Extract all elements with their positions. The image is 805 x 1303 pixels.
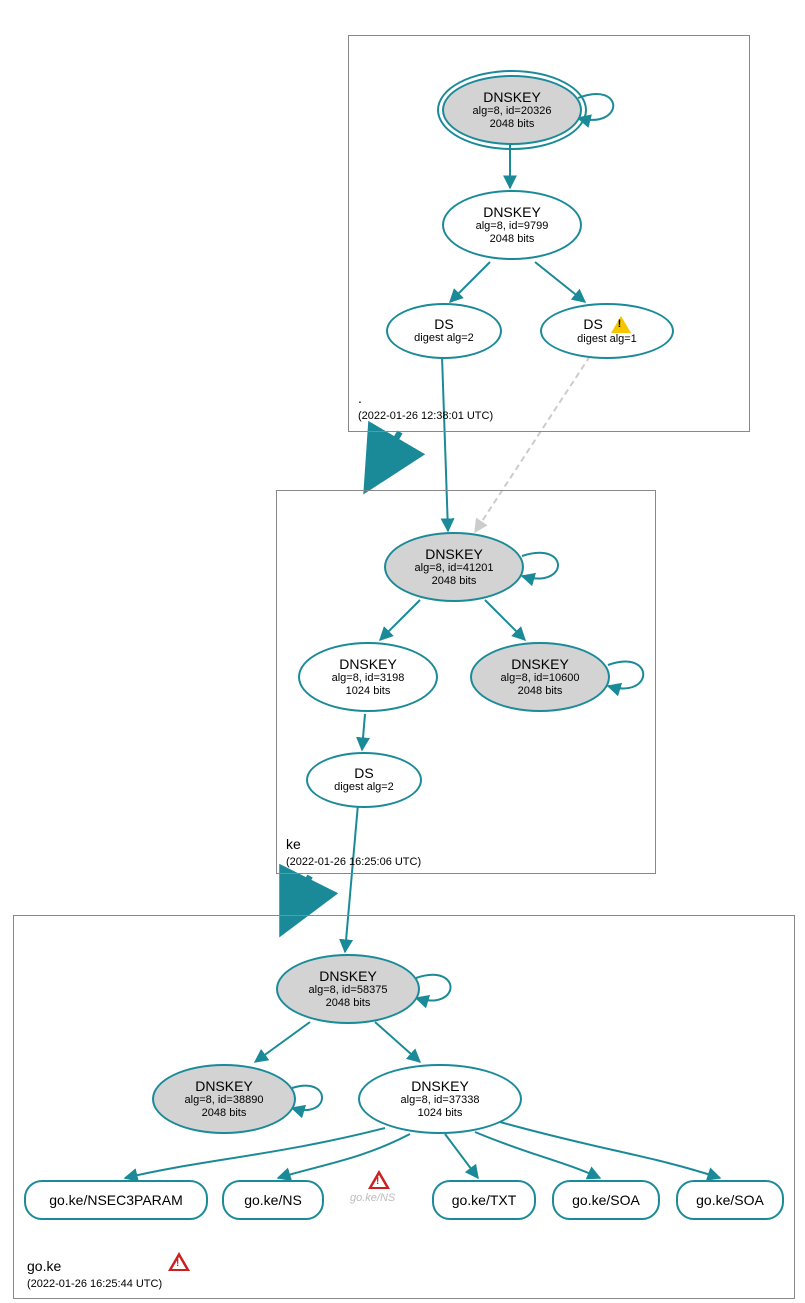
node-sub2: 2048 bits [432, 575, 477, 588]
node-sub1: alg=8, id=37338 [401, 1094, 480, 1107]
node-sub2: 2048 bits [490, 118, 535, 131]
zone-goke-label: go.ke [27, 1258, 61, 1274]
node-sub1: alg=8, id=38890 [185, 1094, 264, 1107]
zone-root-label: . [358, 390, 362, 406]
node-sub1: digest alg=2 [414, 332, 474, 345]
warning-icon [611, 316, 631, 333]
zone-ke-timestamp: (2022-01-26 16:25:06 UTC) [286, 856, 421, 868]
node-title: DNSKEY [411, 1078, 469, 1094]
error-icon: ! [168, 1252, 190, 1271]
ds-root-alg2: DS digest alg=2 [386, 303, 502, 359]
node-sub1: digest alg=1 [577, 333, 637, 346]
error-icon: ! [368, 1170, 390, 1189]
node-sub2: 1024 bits [346, 685, 391, 698]
node-sub2: 2048 bits [326, 997, 371, 1010]
dnskey-58375: DNSKEY alg=8, id=58375 2048 bits [276, 954, 420, 1024]
zone-root-timestamp: (2022-01-26 12:38:01 UTC) [358, 410, 493, 422]
node-title: DNSKEY [195, 1078, 253, 1094]
node-title: DS [434, 316, 453, 332]
node-title: DS [583, 316, 630, 334]
node-sub1: alg=8, id=20326 [473, 105, 552, 118]
leaf-soa2: go.ke/SOA [676, 1180, 784, 1220]
node-sub1: alg=8, id=3198 [332, 672, 405, 685]
dnskey-37338: DNSKEY alg=8, id=37338 1024 bits [358, 1064, 522, 1134]
node-title: DNSKEY [319, 968, 377, 984]
node-sub1: alg=8, id=58375 [309, 984, 388, 997]
ds-root-alg1: DS digest alg=1 [540, 303, 674, 359]
node-title: DNSKEY [339, 656, 397, 672]
node-sub2: 1024 bits [418, 1107, 463, 1120]
node-title: DNSKEY [511, 656, 569, 672]
node-title: DNSKEY [483, 204, 541, 220]
dnskey-41201: DNSKEY alg=8, id=41201 2048 bits [384, 532, 524, 602]
node-sub2: 2048 bits [518, 685, 563, 698]
node-title: DNSKEY [483, 89, 541, 105]
zone-goke-timestamp: (2022-01-26 16:25:44 UTC) [27, 1278, 162, 1290]
leaf-nsec3param: go.ke/NSEC3PARAM [24, 1180, 208, 1220]
node-title: DNSKEY [425, 546, 483, 562]
leaf-soa1: go.ke/SOA [552, 1180, 660, 1220]
ds-ke-alg2: DS digest alg=2 [306, 752, 422, 808]
dnskey-38890: DNSKEY alg=8, id=38890 2048 bits [152, 1064, 296, 1134]
leaf-ns-muted: go.ke/NS [350, 1192, 395, 1204]
dnskey-10600: DNSKEY alg=8, id=10600 2048 bits [470, 642, 610, 712]
node-sub1: alg=8, id=9799 [476, 220, 549, 233]
ds-label: DS [583, 316, 602, 332]
dnskey-20326: DNSKEY alg=8, id=20326 2048 bits [442, 75, 582, 145]
leaf-ns: go.ke/NS [222, 1180, 324, 1220]
node-sub1: alg=8, id=41201 [415, 562, 494, 575]
node-sub1: alg=8, id=10600 [501, 672, 580, 685]
node-sub1: digest alg=2 [334, 781, 394, 794]
node-title: DS [354, 765, 373, 781]
zone-ke-label: ke [286, 836, 301, 852]
dnskey-3198: DNSKEY alg=8, id=3198 1024 bits [298, 642, 438, 712]
node-sub2: 2048 bits [490, 233, 535, 246]
leaf-txt: go.ke/TXT [432, 1180, 536, 1220]
dnskey-9799: DNSKEY alg=8, id=9799 2048 bits [442, 190, 582, 260]
node-sub2: 2048 bits [202, 1107, 247, 1120]
